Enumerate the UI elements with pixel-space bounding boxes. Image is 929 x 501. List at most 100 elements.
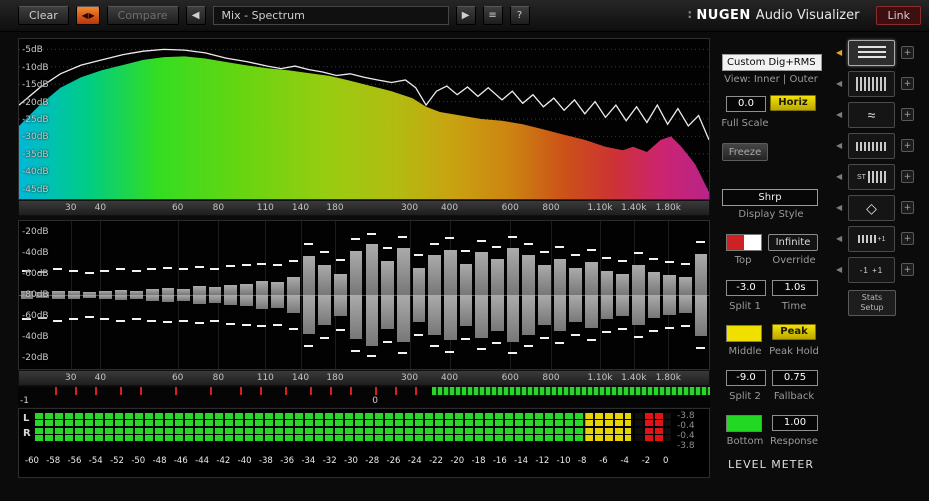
mode-collapse-arrow-icon[interactable]: ◀ — [836, 195, 842, 221]
peak-hold-dash — [539, 336, 549, 339]
meter-segmentation — [35, 413, 671, 426]
fallback-field[interactable]: 0.75 — [772, 370, 818, 386]
freq-label: 400 — [440, 373, 459, 383]
add-stereo-bars-button[interactable]: + — [901, 170, 914, 183]
peak-hold-dash — [445, 350, 455, 353]
time-field[interactable]: 1.0s — [772, 280, 818, 296]
mode-collapse-arrow-icon[interactable]: ◀ — [836, 257, 842, 283]
meter-scale-label: -50 — [131, 456, 146, 466]
peak-hold-dash — [100, 269, 110, 272]
top-color-swatch[interactable] — [726, 234, 762, 251]
red-peak-tick — [375, 387, 378, 395]
peak-hold-dash — [69, 318, 79, 321]
mode-collapse-arrow-icon[interactable]: ◀ — [836, 164, 842, 190]
chevron-left-icon: ◀ — [191, 10, 200, 21]
stereo-bars-button[interactable]: ST — [848, 164, 895, 190]
ab-arrows-button[interactable]: ◀ ▶ — [75, 6, 100, 25]
peak-button[interactable]: Peak — [772, 324, 816, 340]
full-scale-field[interactable]: 0.0 — [726, 96, 766, 112]
band-bar-down — [412, 295, 426, 322]
mode-collapse-arrow-icon[interactable]: ◀ — [836, 226, 842, 252]
middle-color-swatch[interactable] — [726, 325, 762, 342]
toolbar: Clear ◀ ▶ Compare ◀ Mix - Spectrum ▶ ≡ ?… — [0, 0, 929, 32]
db-label: -20dB — [22, 226, 49, 237]
red-peak-tick — [310, 387, 313, 395]
freq-label: 110 — [256, 203, 274, 213]
peak-hold-dash — [664, 261, 674, 264]
band-bar-down — [396, 295, 410, 342]
preset-list-button[interactable]: ≡ — [482, 6, 503, 25]
add-waveform-button[interactable]: + — [901, 108, 914, 121]
add-vectorscope-diamond-button[interactable]: + — [901, 201, 914, 214]
preset-select[interactable]: Mix - Spectrum — [212, 6, 449, 25]
band-peak-strip — [18, 387, 710, 395]
vectorscope-diamond-button[interactable]: ◇ — [848, 195, 895, 221]
channel-label: L — [23, 413, 30, 424]
play-button[interactable]: ▶ — [455, 6, 476, 25]
mini-meters-button[interactable]: +1 — [848, 226, 895, 252]
bottom-color-swatch[interactable] — [726, 415, 762, 432]
analysis-mode-select[interactable]: Custom Dig+RMS — [722, 54, 822, 71]
band-bar-down — [506, 295, 520, 342]
spectrum-lines-button[interactable] — [848, 40, 895, 66]
infinite-button[interactable]: Infinite — [768, 234, 818, 251]
add-correlation-range-button[interactable]: + — [901, 263, 914, 276]
freq-label: 140 — [291, 203, 310, 213]
peak-hold-dash — [163, 266, 173, 269]
spectrogram-bars-button[interactable] — [848, 71, 895, 97]
play-icon: ▶ — [461, 10, 470, 21]
horiz-button[interactable]: Horiz — [770, 95, 816, 111]
band-bar-down — [271, 295, 285, 308]
band-bar-up — [349, 250, 363, 295]
waveform-button[interactable]: ≈ — [848, 102, 895, 128]
peak-hold-dash — [241, 264, 251, 266]
red-peak-tick — [260, 387, 263, 395]
meter-scale-label: -10 — [556, 456, 571, 466]
freq-label: 40 — [94, 203, 107, 213]
peak-hold-dash — [225, 265, 235, 268]
peak-hold-dash — [288, 259, 298, 262]
split2-field[interactable]: -9.0 — [726, 370, 766, 386]
prev-preset-button[interactable]: ◀ — [185, 6, 206, 25]
band-bar-up — [475, 252, 488, 295]
histogram-button[interactable] — [848, 133, 895, 159]
help-button[interactable]: ? — [509, 6, 530, 25]
band-bar-up — [443, 249, 457, 295]
correlation-range-button[interactable]: -1 +1 — [848, 257, 895, 283]
response-field[interactable]: 1.00 — [772, 415, 818, 431]
meter-scale-label: -48 — [152, 456, 167, 466]
freeze-button[interactable]: Freeze — [722, 143, 768, 161]
band-bar-down — [318, 295, 332, 325]
band-bar-down — [428, 295, 441, 335]
band-bar-down — [349, 295, 363, 340]
correlation-range-icon-text: -1 +1 — [859, 265, 884, 275]
meter-scale-label: -54 — [88, 456, 103, 466]
mode-collapse-arrow-icon[interactable]: ◀ — [836, 133, 842, 159]
bar-spectrum-panel: -20dB -40dB -60dB -80dB -60dB -40dB -20dB — [18, 220, 710, 370]
red-peak-tick — [119, 387, 122, 395]
band-bar-up — [663, 275, 677, 295]
peak-hold-dash — [210, 320, 220, 323]
link-button[interactable]: Link — [876, 6, 921, 25]
db-label: -60dB — [22, 268, 49, 279]
band-bar-up — [490, 259, 504, 295]
peak-hold-dash — [414, 333, 424, 336]
peak-hold-dash — [335, 259, 345, 262]
correlation-zero-label: 0 — [372, 396, 379, 406]
freq-label: 140 — [291, 373, 310, 383]
mode-collapse-arrow-icon[interactable]: ◀ — [836, 40, 842, 66]
clear-button[interactable]: Clear — [18, 6, 69, 25]
display-style-select[interactable]: Shrp — [722, 189, 818, 206]
split1-field[interactable]: -3.0 — [726, 280, 766, 296]
mode-collapse-arrow-icon[interactable]: ◀ — [836, 71, 842, 97]
add-histogram-button[interactable]: + — [901, 139, 914, 152]
add-mini-meters-button[interactable]: + — [901, 232, 914, 245]
mode-collapse-arrow-icon[interactable]: ◀ — [836, 102, 842, 128]
compare-button[interactable]: Compare — [106, 6, 179, 25]
add-spectrum-lines-button[interactable]: + — [901, 46, 914, 59]
add-spectrogram-bars-button[interactable]: + — [901, 77, 914, 90]
meter-scale-label: -36 — [280, 456, 295, 466]
stats-setup-button[interactable]: Stats Setup — [848, 290, 896, 316]
freq-label: 60 — [171, 203, 184, 213]
band-bar-up — [553, 259, 567, 295]
